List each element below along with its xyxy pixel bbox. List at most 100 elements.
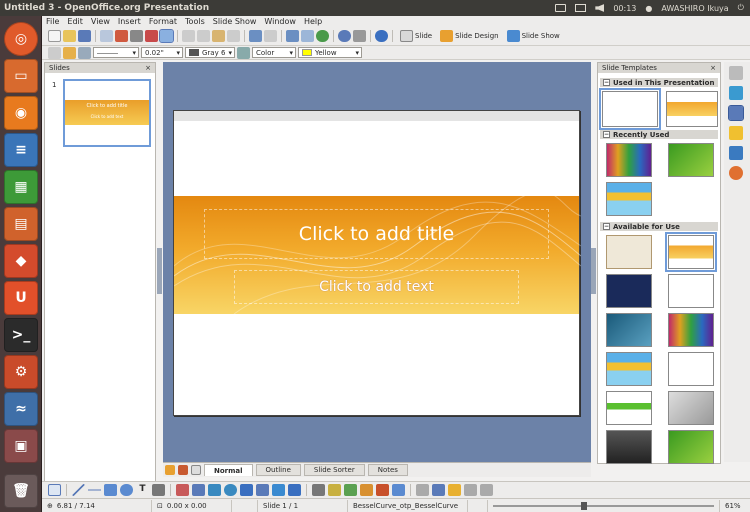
undo-icon[interactable] — [249, 30, 262, 42]
flowchart-icon[interactable] — [256, 484, 269, 496]
area-icon[interactable] — [237, 46, 250, 59]
zoom-percent[interactable]: 61% — [720, 500, 750, 512]
tab-normal[interactable]: Normal — [204, 464, 253, 476]
menu-file[interactable]: File — [42, 17, 63, 26]
template-thumbnail[interactable] — [668, 313, 714, 347]
from-file-icon[interactable] — [360, 484, 373, 496]
clock[interactable]: 00:13 — [613, 4, 636, 13]
block-arrows-icon[interactable] — [240, 484, 253, 496]
zoom-slider-cell[interactable] — [488, 499, 720, 512]
user-icon[interactable]: ● — [645, 4, 652, 13]
slide-canvas[interactable]: Click to add title Click to add text — [173, 110, 581, 416]
template-thumbnail[interactable] — [606, 182, 652, 216]
save-icon[interactable] — [78, 30, 91, 42]
software-center-icon[interactable]: ◆ — [4, 244, 38, 278]
area-style-select[interactable]: Color — [252, 47, 296, 58]
redo-icon[interactable] — [264, 30, 277, 42]
terminal-icon[interactable]: >_ — [4, 318, 38, 352]
print-icon[interactable] — [130, 30, 143, 42]
template-thumbnail[interactable] — [666, 91, 718, 127]
slide-button[interactable]: Slide — [397, 30, 435, 42]
writer-icon[interactable]: ≡ — [4, 133, 38, 167]
section-available[interactable]: − Available for Use — [600, 222, 718, 231]
crop-icon[interactable] — [480, 484, 493, 496]
table-icon[interactable] — [301, 30, 314, 42]
template-thumbnail[interactable] — [606, 274, 652, 308]
line-style-select[interactable]: ――― — [93, 47, 139, 58]
help-icon[interactable] — [375, 30, 388, 42]
slide-transition-icon[interactable] — [729, 146, 743, 160]
template-thumbnail[interactable] — [606, 313, 652, 347]
menu-view[interactable]: View — [87, 17, 114, 26]
slide-layouts-icon[interactable] — [729, 86, 743, 100]
rotate-icon[interactable] — [416, 484, 429, 496]
template-thumbnail[interactable] — [668, 430, 714, 464]
navigator-icon[interactable] — [338, 30, 351, 42]
slide-thumbnail[interactable]: Click to add title Click to add text — [63, 79, 151, 147]
close-icon[interactable]: × — [710, 64, 716, 72]
line-tool-icon[interactable] — [72, 484, 85, 496]
arrange-icon[interactable] — [448, 484, 461, 496]
files-icon[interactable]: ▭ — [4, 59, 38, 93]
text-tool-icon[interactable]: T — [136, 484, 149, 496]
menu-format[interactable]: Format — [145, 17, 181, 26]
open-icon[interactable] — [63, 30, 76, 42]
template-thumbnail[interactable] — [606, 352, 652, 386]
extrusion-icon[interactable] — [392, 484, 405, 496]
new-icon[interactable] — [48, 30, 61, 42]
rectangle-tool-icon[interactable] — [104, 484, 117, 496]
menu-window[interactable]: Window — [260, 17, 300, 26]
power-icon[interactable]: ⏻ — [738, 3, 744, 13]
custom-animation-icon[interactable] — [729, 126, 743, 140]
symbol-shapes-icon[interactable] — [224, 484, 237, 496]
zoom-icon[interactable] — [353, 30, 366, 42]
template-thumbnail[interactable] — [606, 235, 652, 269]
slide-show-button[interactable]: Slide Show — [504, 30, 563, 42]
template-thumbnail[interactable] — [606, 430, 652, 464]
section-recently-used[interactable]: − Recently Used — [600, 130, 718, 139]
menu-edit[interactable]: Edit — [63, 17, 87, 26]
fontwork-icon[interactable] — [344, 484, 357, 496]
properties-icon[interactable] — [729, 66, 743, 80]
template-thumbnail[interactable] — [606, 391, 652, 425]
menu-tools[interactable]: Tools — [181, 17, 209, 26]
curve-tool-icon[interactable] — [176, 484, 189, 496]
vertical-text-icon[interactable] — [152, 484, 165, 496]
paste-icon[interactable] — [212, 30, 225, 42]
glue-points-icon[interactable] — [328, 484, 341, 496]
callouts-icon[interactable] — [272, 484, 285, 496]
alignment-icon[interactable] — [432, 484, 445, 496]
mail-icon[interactable] — [575, 4, 587, 12]
clone-format-icon[interactable] — [227, 30, 240, 42]
tab-outline[interactable]: Outline — [255, 464, 301, 476]
workspace-icon[interactable]: ≈ — [4, 392, 38, 426]
text-placeholder[interactable]: Click to add text — [234, 270, 519, 304]
impress-icon[interactable]: ▤ — [4, 207, 38, 241]
calc-icon[interactable]: ▦ — [4, 170, 38, 204]
keyboard-icon[interactable] — [555, 4, 567, 12]
hyperlink-icon[interactable] — [316, 30, 329, 42]
tab-notes[interactable]: Notes — [367, 464, 408, 476]
menu-insert[interactable]: Insert — [114, 17, 145, 26]
left-pane-splitter[interactable] — [157, 248, 162, 294]
firefox-icon[interactable]: ◉ — [4, 96, 38, 130]
line-color-select[interactable]: Gray 6 — [185, 47, 235, 58]
section-used[interactable]: − Used in This Presentation — [600, 78, 718, 87]
user-name[interactable]: AWASHIRO Ikuya — [661, 4, 728, 13]
cut-icon[interactable] — [182, 30, 195, 42]
close-icon[interactable]: × — [145, 64, 151, 72]
system-settings-icon[interactable]: ⚙ — [4, 355, 38, 389]
area-color-select[interactable]: Yellow — [298, 47, 362, 58]
spellcheck-icon[interactable] — [145, 30, 158, 42]
export-pdf-icon[interactable] — [115, 30, 128, 42]
workspace-switcher-icon[interactable]: ▣ — [4, 429, 38, 463]
template-thumbnail[interactable] — [668, 391, 714, 425]
ubuntu-one-icon[interactable]: U — [4, 281, 38, 315]
stars-icon[interactable] — [288, 484, 301, 496]
zoom-slider[interactable] — [493, 501, 714, 510]
line-width-input[interactable]: 0.02" — [141, 47, 183, 58]
template-thumbnail[interactable] — [665, 232, 717, 272]
arrow-style-icon[interactable] — [78, 46, 91, 59]
handout-icon[interactable] — [191, 465, 201, 475]
template-thumbnail[interactable] — [668, 274, 714, 308]
